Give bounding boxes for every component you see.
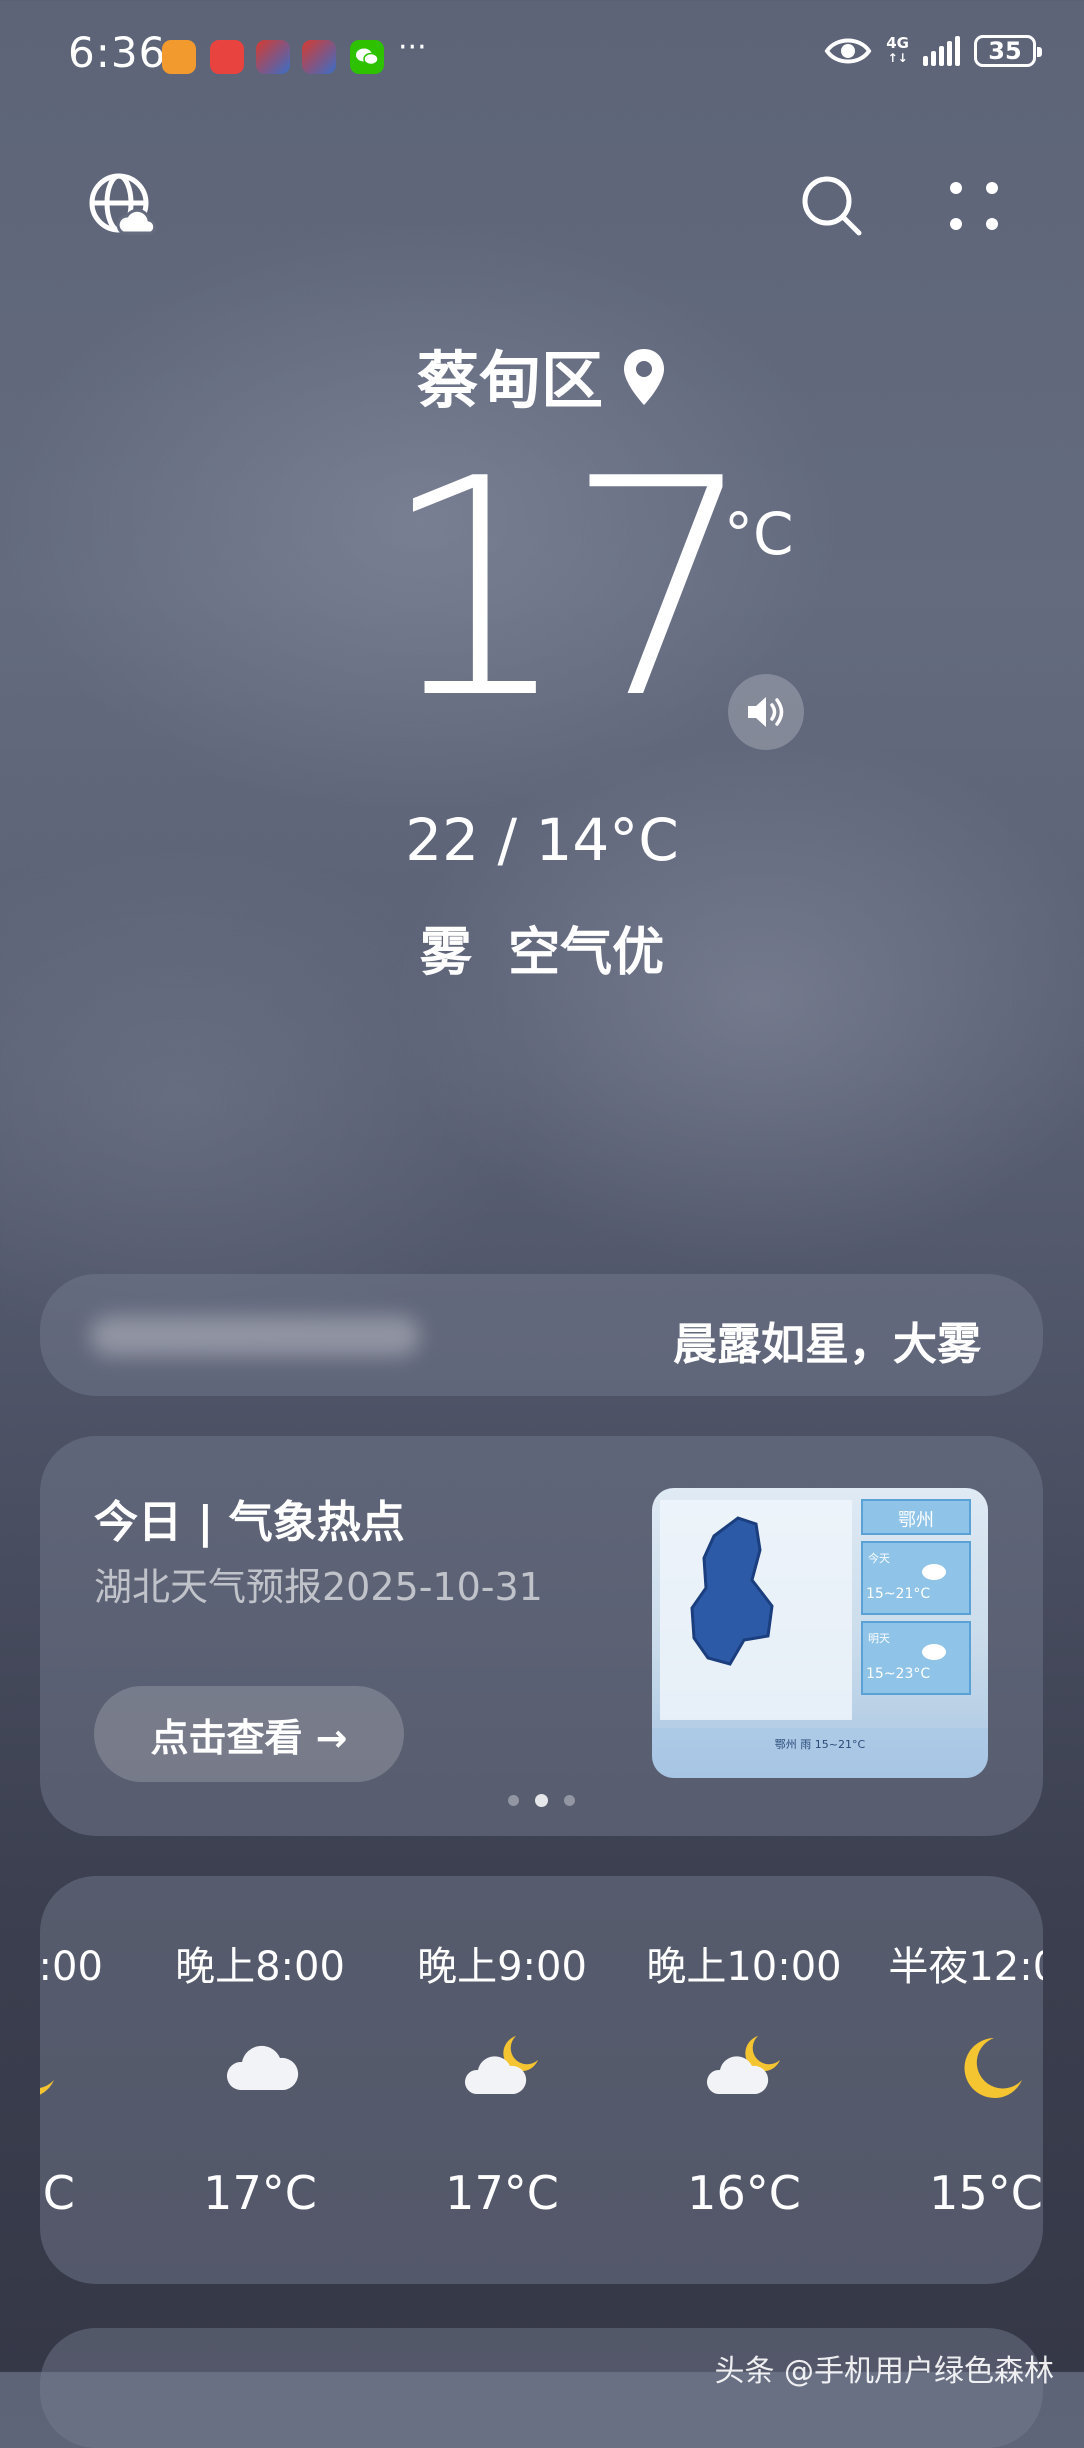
partly-cloudy-night-icon xyxy=(706,2032,786,2102)
network-type: 4G ↑↓ xyxy=(886,34,909,66)
battery-icon: 35 xyxy=(974,35,1042,67)
thumb-region: 鄂州 xyxy=(898,1510,934,1531)
weather-ticker-card[interactable]: 晨露如星，大雾 xyxy=(40,1274,1043,1396)
hourly-temp: 17°C xyxy=(40,2166,75,2220)
carousel-dot-active xyxy=(535,1794,548,1807)
carousel-indicator xyxy=(508,1794,575,1807)
view-button[interactable]: 点击查看 → xyxy=(94,1686,404,1782)
weather-condition: 雾 空气优 xyxy=(419,923,665,983)
thumb-day1-label: 今天 xyxy=(868,1552,890,1565)
cloud-icon xyxy=(222,2032,302,2102)
thumb-day1-temp: 15~21°C xyxy=(866,1586,931,1602)
partly-cloudy-night-icon xyxy=(464,2032,544,2102)
current-temperature: 17 xyxy=(380,415,756,764)
app-icon-orange xyxy=(162,40,196,74)
weather-hot-topic-card[interactable]: 今日 | 气象热点 湖北天气预报2025-10-31 点击查看 → 鄂州 今天 … xyxy=(40,1436,1043,1836)
status-time: 6:36 xyxy=(68,28,167,77)
wechat-icon xyxy=(350,40,384,74)
moon-icon xyxy=(948,2032,1028,2102)
hourly-temp: 15°C xyxy=(929,2166,1043,2220)
search-icon[interactable] xyxy=(794,168,870,244)
location-title[interactable]: 蔡甸区 xyxy=(0,330,1084,422)
speaker-icon[interactable] xyxy=(728,674,804,750)
moon-icon xyxy=(40,2032,60,2102)
ticker-blurred-text xyxy=(90,1316,420,1356)
hourly-temp: 17°C xyxy=(203,2166,317,2220)
app-icon-red xyxy=(210,40,244,74)
carousel-dot xyxy=(564,1795,575,1806)
signal-icon xyxy=(923,36,960,66)
location-name: 蔡甸区 xyxy=(416,344,603,417)
temperature-unit: °C xyxy=(724,500,794,568)
more-notifications-icon: ··· xyxy=(398,30,427,65)
status-right: 4G ↑↓ 35 xyxy=(824,34,1042,68)
app-icon-game-2 xyxy=(302,40,336,74)
hot-topic-title: 今日 | 气象热点 xyxy=(94,1497,405,1548)
hot-topic-subtitle: 湖北天气预报2025-10-31 xyxy=(94,1565,543,1609)
forecast-thumbnail[interactable]: 鄂州 今天 15~21°C 明天 15~23°C 鄂州 雨 15~21°C xyxy=(652,1488,988,1778)
app-icon-game-1 xyxy=(256,40,290,74)
hourly-time: 晚上9:00 xyxy=(417,1944,587,1990)
hourly-time: 晚上8:00 xyxy=(175,1944,345,1990)
eye-comfort-icon xyxy=(824,38,872,64)
hourly-time: 半夜12:00 xyxy=(888,1944,1043,1990)
hourly-temp: 17°C xyxy=(445,2166,559,2220)
ticker-text: 晨露如星，大雾 xyxy=(673,1319,981,1370)
temperature-range: 22 / 14°C xyxy=(405,806,679,874)
carousel-dot xyxy=(508,1795,519,1806)
thumb-day2-label: 明天 xyxy=(868,1632,890,1645)
hourly-time: 晚上10:00 xyxy=(646,1944,842,1990)
hourly-temp: 16°C xyxy=(687,2166,801,2220)
globe-cloud-icon[interactable] xyxy=(84,168,160,244)
watermark: 头条 @手机用户绿色森林 xyxy=(714,2354,1054,2389)
hourly-forecast-card[interactable]: 晚上7:00 17°C 晚上8:00 17°C 晚上9:00 17°C 晚上10:00 16°… xyxy=(40,1876,1043,2284)
thumb-day2-temp: 15~23°C xyxy=(866,1666,931,1682)
thumb-caption: 鄂州 雨 15~21°C xyxy=(774,1738,866,1751)
hourly-time: 晚上7:00 xyxy=(40,1944,103,1990)
location-pin-icon xyxy=(621,347,667,422)
more-dots-icon[interactable] xyxy=(936,168,1012,244)
